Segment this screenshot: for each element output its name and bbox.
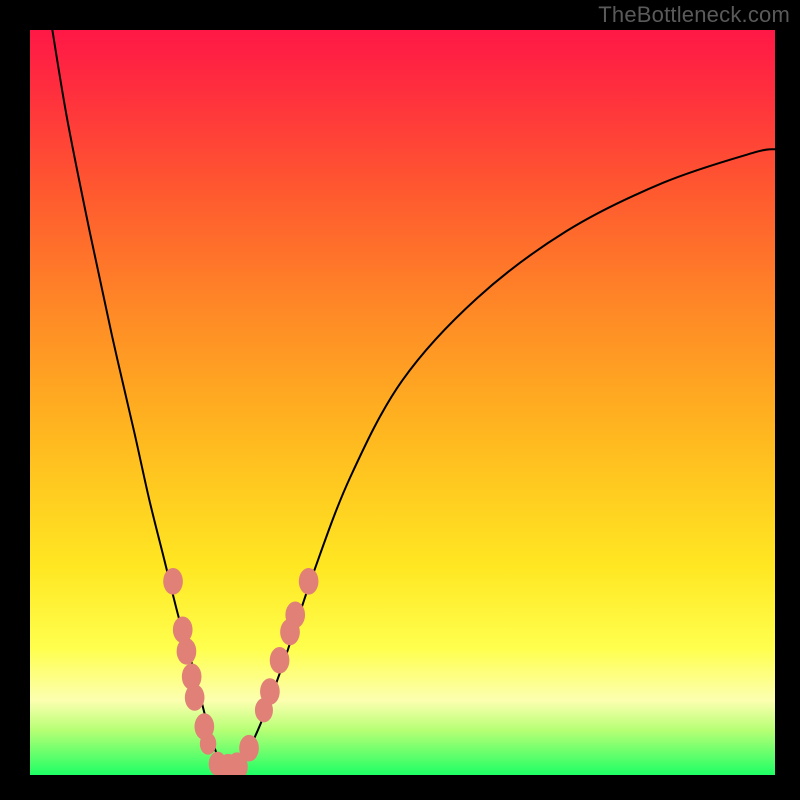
data-marker: [270, 647, 290, 674]
data-markers: [163, 568, 318, 775]
data-marker: [163, 568, 183, 595]
data-marker: [177, 638, 197, 665]
data-marker: [285, 602, 305, 629]
data-marker: [299, 568, 319, 595]
data-marker: [200, 733, 216, 755]
bottleneck-curve: [52, 30, 775, 769]
chart-frame: TheBottleneck.com: [0, 0, 800, 800]
watermark-text: TheBottleneck.com: [598, 2, 790, 28]
data-marker: [185, 684, 205, 711]
data-marker: [260, 678, 280, 705]
chart-svg: [30, 30, 775, 775]
plot-area: [30, 30, 775, 775]
data-marker: [239, 735, 259, 762]
